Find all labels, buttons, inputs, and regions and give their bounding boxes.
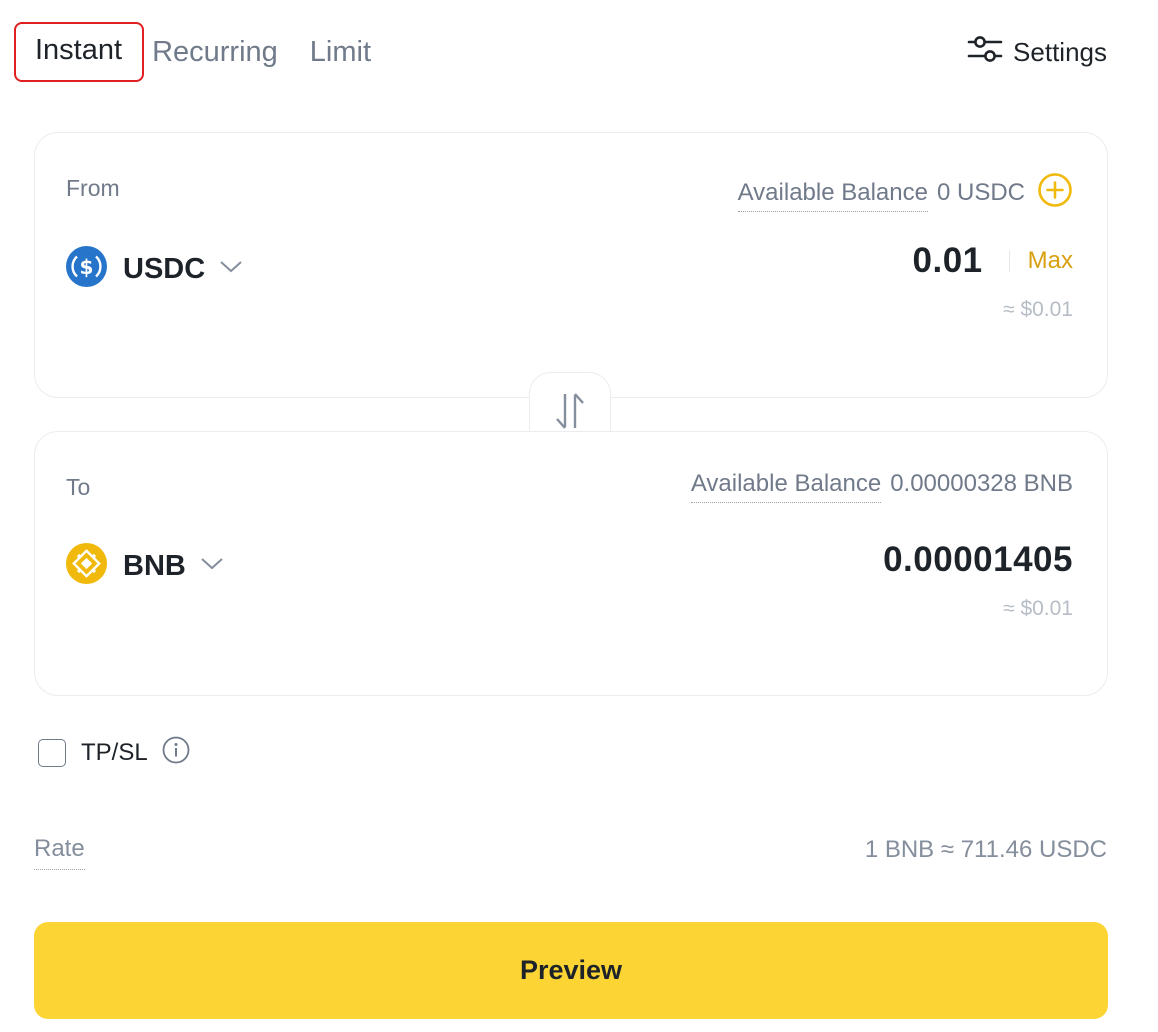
chevron-down-icon: [200, 557, 224, 576]
chevron-down-icon: [219, 260, 243, 279]
bnb-icon: [66, 543, 107, 589]
add-funds-icon[interactable]: [1037, 172, 1073, 215]
to-amount-row: 0.00001405: [883, 540, 1073, 580]
from-usd-value: ≈ $0.01: [1003, 298, 1073, 321]
from-amount-input[interactable]: 0.01: [913, 241, 983, 281]
svg-text:$: $: [80, 255, 94, 279]
tpsl-label: TP/SL: [81, 738, 148, 766]
tab-recurring[interactable]: Recurring: [152, 37, 278, 67]
rate-value: 1 BNB ≈ 711.46 USDC: [864, 836, 1107, 863]
tab-instant[interactable]: Instant: [14, 22, 145, 82]
max-button[interactable]: Max: [1028, 247, 1073, 275]
to-usd-value: ≈ $0.01: [1003, 597, 1073, 620]
to-amount-output[interactable]: 0.00001405: [883, 540, 1073, 580]
from-card: From Available Balance 0 USDC $ USDC 0.0…: [34, 132, 1108, 398]
from-balance-label[interactable]: Available Balance: [737, 179, 928, 212]
amount-divider: [1008, 250, 1010, 272]
to-balance-value: 0.00000328 BNB: [890, 470, 1073, 497]
to-token-select[interactable]: BNB: [66, 543, 224, 589]
from-label: From: [66, 175, 120, 201]
settings-button[interactable]: Settings: [967, 34, 1107, 71]
preview-button[interactable]: Preview: [34, 922, 1108, 1019]
from-balance: Available Balance 0 USDC: [737, 172, 1073, 219]
to-label: To: [66, 474, 91, 500]
tab-limit[interactable]: Limit: [310, 37, 371, 67]
from-amount-row: 0.01 Max: [913, 241, 1073, 281]
to-balance: Available Balance 0.00000328 BNB: [690, 470, 1073, 503]
to-balance-label[interactable]: Available Balance: [690, 470, 882, 503]
from-token-select[interactable]: $ USDC: [66, 246, 243, 292]
from-balance-value: 0 USDC: [936, 179, 1025, 206]
info-icon[interactable]: [162, 736, 190, 769]
sliders-icon: [967, 34, 1013, 71]
to-token-name: BNB: [123, 549, 186, 582]
trade-type-tabs: Instant Recurring Limit: [14, 22, 403, 82]
to-card: To Available Balance 0.00000328 BNB BNB: [34, 431, 1108, 696]
rate-label[interactable]: Rate: [34, 835, 85, 870]
from-token-name: USDC: [123, 252, 206, 285]
swap-arrows-icon: [553, 391, 587, 436]
tpsl-checkbox[interactable]: [38, 738, 66, 767]
usdc-icon: $: [66, 246, 107, 292]
tpsl-row: TP/SL: [38, 736, 190, 769]
settings-label: Settings: [1013, 37, 1107, 67]
